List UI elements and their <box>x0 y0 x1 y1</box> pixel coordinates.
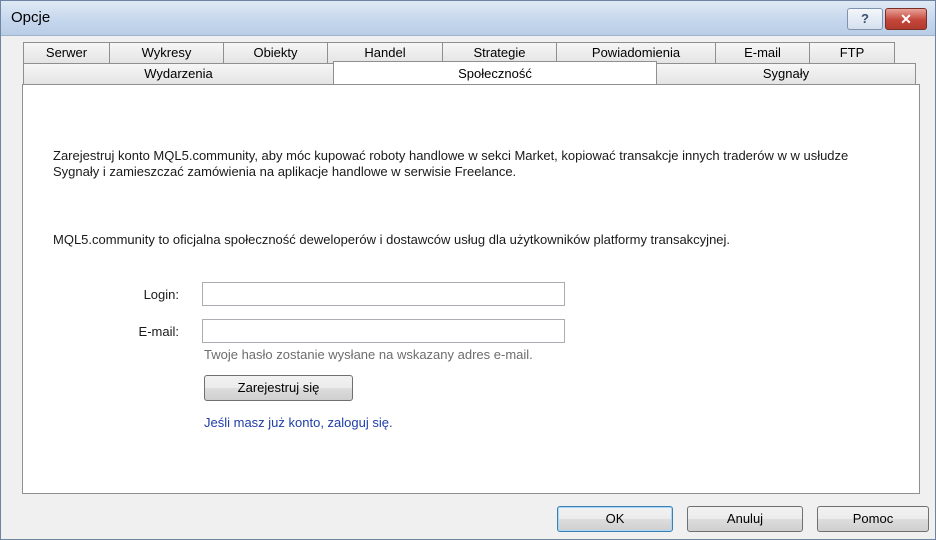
help-button[interactable]: ? <box>847 8 883 30</box>
tab-handel[interactable]: Handel <box>327 42 443 63</box>
tab-sygnaly[interactable]: Sygnały <box>656 63 916 84</box>
tab-powiadomienia[interactable]: Powiadomienia <box>556 42 716 63</box>
title-bar[interactable]: Opcje ? ✕ <box>1 1 935 36</box>
options-dialog: Opcje ? ✕ Serwer Wykresy Obiekty Handel … <box>0 0 936 540</box>
window-title: Opcje <box>11 9 51 26</box>
tab-email[interactable]: E-mail <box>715 42 810 63</box>
community-paragraph: MQL5.community to oficjalna społeczność … <box>53 232 731 247</box>
tab-strategie[interactable]: Strategie <box>442 42 557 63</box>
tab-serwer[interactable]: Serwer <box>23 42 110 63</box>
close-button[interactable]: ✕ <box>885 8 927 30</box>
tab-ftp[interactable]: FTP <box>809 42 895 63</box>
tab-label: Sygnały <box>762 66 810 81</box>
register-button[interactable]: Zarejestruj się <box>204 375 353 401</box>
tab-wykresy[interactable]: Wykresy <box>109 42 224 63</box>
tab-label: E-mail <box>744 45 781 60</box>
email-label: E-mail: <box>138 324 179 339</box>
tab-label: Obiekty <box>253 45 298 60</box>
tab-label: Powiadomienia <box>591 45 681 60</box>
ok-button[interactable]: OK <box>557 506 673 532</box>
close-icon: ✕ <box>900 11 912 27</box>
tab-obiekty[interactable]: Obiekty <box>223 42 328 63</box>
tab-label: Społeczność <box>458 66 532 81</box>
password-hint: Twoje hasło zostanie wysłane na wskazany… <box>204 347 533 362</box>
tab-row-back: Serwer Wykresy Obiekty Handel Strategie … <box>23 42 895 63</box>
tab-label: Serwer <box>45 45 88 60</box>
tab-spolecznosc[interactable]: Społeczność <box>333 61 657 84</box>
tab-label: FTP <box>839 45 865 60</box>
intro-paragraph: Zarejestruj konto MQL5.community, aby mó… <box>53 148 849 179</box>
tab-row-front: Wydarzenia Społeczność Sygnały <box>23 61 916 84</box>
login-label: Login: <box>143 287 179 302</box>
question-icon: ? <box>861 11 869 26</box>
tab-label: Handel <box>364 45 406 60</box>
tab-label: Wydarzenia <box>144 66 213 81</box>
tab-label: Strategie <box>473 45 526 60</box>
help-footer-button[interactable]: Pomoc <box>817 506 929 532</box>
cancel-button[interactable]: Anuluj <box>687 506 803 532</box>
community-panel: Zarejestruj konto MQL5.community, aby mó… <box>22 84 920 494</box>
tab-label: Wykresy <box>141 45 192 60</box>
email-input[interactable] <box>202 319 565 343</box>
login-link[interactable]: Jeśli masz już konto, zaloguj się. <box>204 415 393 430</box>
tab-wydarzenia[interactable]: Wydarzenia <box>23 63 334 84</box>
login-input[interactable] <box>202 282 565 306</box>
